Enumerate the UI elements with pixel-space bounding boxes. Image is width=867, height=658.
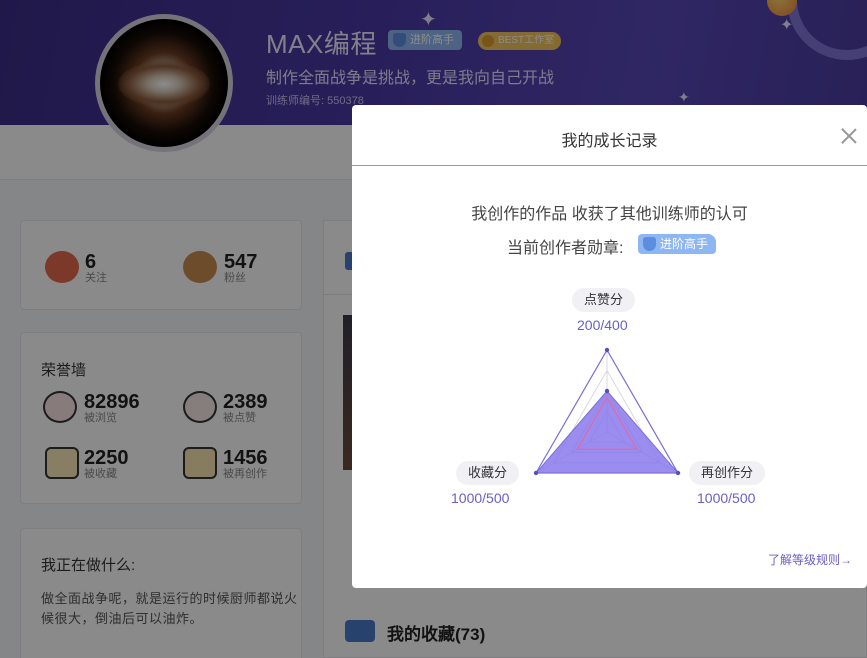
close-icon[interactable]	[840, 127, 858, 145]
medal-badge-label: 进阶高手	[660, 237, 709, 251]
radar-chart	[533, 347, 681, 476]
medal-label: 当前创作者勋章:	[507, 240, 624, 257]
radar-point	[533, 470, 539, 476]
medal-badge: 进阶高手	[638, 234, 717, 254]
radar-value-area	[534, 390, 680, 474]
radar-point	[604, 347, 610, 353]
radar-axis-label: 点赞分	[572, 288, 636, 312]
modal-title: 我的成长记录	[561, 133, 658, 150]
radar-axis-value: 1000/500	[451, 490, 510, 506]
radar-point	[604, 388, 610, 394]
radar-point	[675, 470, 681, 476]
level-rules-link[interactable]: 了解等级规则→	[768, 551, 852, 568]
recognition-text: 我创作的作品 收获了其他训练师的认可	[471, 206, 748, 223]
modal-header: 我的成长记录	[352, 105, 867, 166]
radar-axis-value: 1000/500	[697, 490, 756, 506]
growth-record-modal: 我的成长记录 我创作的作品 收获了其他训练师的认可 当前创作者勋章: 进阶高手 …	[352, 105, 867, 588]
shield-icon	[643, 237, 656, 251]
